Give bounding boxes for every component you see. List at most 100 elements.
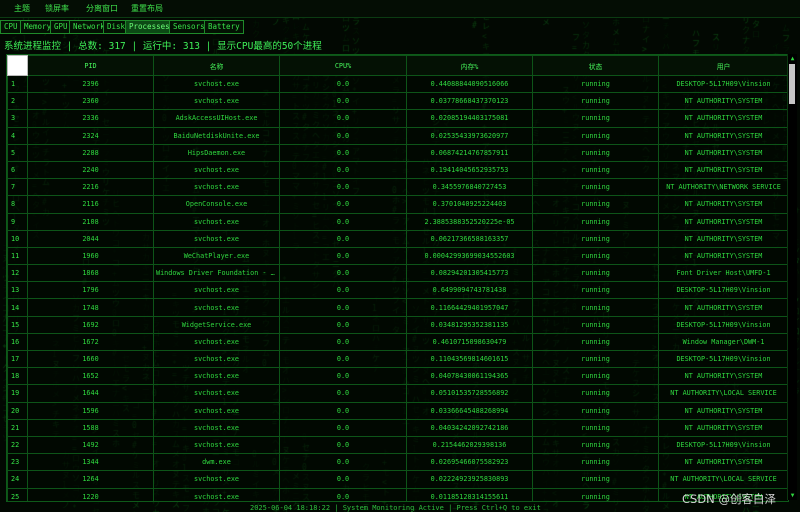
- table-row[interactable]: 2 2360 svchost.exe 0.0 0.03778668437370123 ru…: [7, 92, 788, 111]
- row-number[interactable]: 22: [7, 435, 28, 455]
- row-number[interactable]: 11: [7, 246, 28, 266]
- row-number[interactable]: 4: [7, 126, 28, 145]
- table-row[interactable]: 14 1748 svchost.exe 0.0 0.11664429401957047 r…: [7, 298, 788, 317]
- name-cell: WeChatPlayer.exe: [153, 246, 280, 266]
- select-all-corner[interactable]: [7, 55, 28, 76]
- status-cell: running: [532, 92, 659, 111]
- table-row[interactable]: 23 1344 dwm.exe 0.0 0.02695466075582923 runni…: [7, 453, 788, 472]
- menu-detach-window[interactable]: 分离窗口: [86, 3, 118, 14]
- tab-sensors[interactable]: Sensors: [169, 20, 209, 34]
- row-number[interactable]: 10: [7, 229, 28, 248]
- row-number[interactable]: 5: [7, 143, 28, 162]
- table-row[interactable]: 11 1960 WeChatPlayer.exe 0.0 0.0004299369903…: [7, 246, 788, 266]
- row-number[interactable]: 6: [7, 160, 28, 180]
- cpu-cell: 0.0: [279, 74, 407, 94]
- table-row[interactable]: 6 2240 svchost.exe 0.0 0.19414045652935753 ru…: [7, 160, 788, 180]
- user-cell: NT AUTHORITY\SYSTEM: [658, 453, 788, 472]
- table-row[interactable]: 17 1660 svchost.exe 0.0 0.11043569814601615 r…: [7, 349, 788, 369]
- table-row[interactable]: 25 1220 svchost.exe 0.0 0.01185128314155611 r…: [7, 487, 788, 501]
- table-row[interactable]: 9 2108 svchost.exe 0.0 2.3885388352520225e-0…: [7, 212, 788, 231]
- table-row[interactable]: 19 1644 svchost.exe 0.0 0.05101535728556892 r…: [7, 384, 788, 403]
- scroll-down-icon[interactable]: ▼: [789, 492, 796, 499]
- table-row[interactable]: 121868Windows Driver Foundation - User-m…: [7, 264, 788, 283]
- table-row[interactable]: 16 1672 svchost.exe 0.0 0.4610715098630479 ru…: [7, 332, 788, 352]
- table-row[interactable]: 10 2044 svchost.exe 0.0 0.06217366588163357 r…: [7, 229, 788, 248]
- table-row[interactable]: 3 2336 AdskAccessUIHost.exe 0.0 0.0208519440…: [7, 109, 788, 128]
- pid-cell: 1960: [27, 246, 154, 266]
- table-row[interactable]: 21 1588 svchost.exe 0.0 0.04034242092742186 r…: [7, 418, 788, 437]
- user-cell: DESKTOP-5L17H09\Vinsion: [658, 281, 788, 300]
- table-row[interactable]: 24 1264 svchost.exe 0.0 0.02224923925830893 r…: [7, 470, 788, 489]
- column-header-pid[interactable]: PID: [27, 55, 154, 76]
- tab-processes[interactable]: Processes: [125, 20, 174, 34]
- status-cell: running: [532, 74, 659, 94]
- table-vertical-scrollbar[interactable]: ▲ ▼: [787, 54, 797, 500]
- name-cell: svchost.exe: [153, 229, 280, 248]
- row-number[interactable]: 20: [7, 401, 28, 420]
- name-cell: svchost.exe: [153, 367, 280, 386]
- cpu-cell: 0.0: [279, 195, 407, 214]
- status-cell: running: [532, 109, 659, 128]
- memory-cell: 0.08294201305415773: [406, 264, 533, 283]
- column-header-name[interactable]: 名称: [153, 55, 280, 76]
- tab-battery[interactable]: Battery: [204, 20, 244, 34]
- column-header-cpu[interactable]: CPU%: [279, 55, 407, 76]
- status-cell: running: [532, 349, 659, 369]
- row-number[interactable]: 15: [7, 315, 28, 334]
- row-number[interactable]: 25: [7, 487, 28, 501]
- table-row[interactable]: 1 2396 svchost.exe 0.0 0.44088844090516066 ru…: [7, 74, 788, 94]
- name-cell: svchost.exe: [153, 435, 280, 455]
- row-number[interactable]: 7: [7, 178, 28, 197]
- menu-lock-rate[interactable]: 锁屏率: [45, 3, 69, 14]
- table-row[interactable]: 7 2216 svchost.exe 0.0 0.3455976840727453 run…: [7, 178, 788, 197]
- row-number[interactable]: 8: [7, 195, 28, 214]
- user-cell: NT AUTHORITY\SYSTEM: [658, 418, 788, 437]
- row-number[interactable]: 13: [7, 281, 28, 300]
- table-row[interactable]: 22 1492 svchost.exe 0.0 0.2154462029398136 ru…: [7, 435, 788, 455]
- table-row[interactable]: 20 1596 svchost.exe 0.0 0.03366645488268994 r…: [7, 401, 788, 420]
- row-number[interactable]: 24: [7, 470, 28, 489]
- row-number[interactable]: 21: [7, 418, 28, 437]
- status-cell: running: [532, 332, 659, 352]
- table-row[interactable]: 8 2116 OpenConsole.exe 0.0 0.370104092522440…: [7, 195, 788, 214]
- scrollbar-thumb[interactable]: [789, 64, 795, 104]
- scroll-up-icon[interactable]: ▲: [789, 55, 796, 62]
- column-header-user[interactable]: 用户: [658, 55, 788, 76]
- user-cell: NT AUTHORITY\SYSTEM: [658, 126, 788, 145]
- table-row[interactable]: 15 1692 WidgetService.exe 0.0 0.034812953523…: [7, 315, 788, 334]
- user-cell: NT AUTHORITY\NETWORK SERVICE: [658, 178, 788, 197]
- row-number[interactable]: 12: [7, 264, 28, 283]
- column-header-status[interactable]: 状态: [532, 55, 659, 76]
- row-number[interactable]: 19: [7, 384, 28, 403]
- cpu-cell: 0.0: [279, 453, 407, 472]
- row-number[interactable]: 2: [7, 92, 28, 111]
- name-cell: svchost.exe: [153, 384, 280, 403]
- row-number[interactable]: 1: [7, 74, 28, 94]
- cpu-cell: 0.0: [279, 281, 407, 300]
- table-row[interactable]: 4 2324 BaiduNetdiskUnite.exe 0.0 0.025354339…: [7, 126, 788, 145]
- row-number[interactable]: 18: [7, 367, 28, 386]
- table-row[interactable]: 18 1652 svchost.exe 0.0 0.04078430061194365 r…: [7, 367, 788, 386]
- name-cell: svchost.exe: [153, 298, 280, 317]
- table-row[interactable]: 13 1796 svchost.exe 0.0 0.6499094743781438 ru…: [7, 281, 788, 300]
- table-row[interactable]: 5 2288 HipsDaemon.exe 0.0 0.0687421476785791…: [7, 143, 788, 162]
- memory-cell: 0.19414045652935753: [406, 160, 533, 180]
- row-number[interactable]: 16: [7, 332, 28, 352]
- pid-cell: 1748: [27, 298, 154, 317]
- column-header-memory[interactable]: 内存%: [406, 55, 533, 76]
- menu-theme[interactable]: 主题: [14, 3, 30, 14]
- status-cell: running: [532, 126, 659, 145]
- name-cell: svchost.exe: [153, 401, 280, 420]
- cpu-cell: 0.0: [279, 384, 407, 403]
- row-number[interactable]: 23: [7, 453, 28, 472]
- tab-cpu[interactable]: CPU: [0, 20, 22, 34]
- memory-cell: 0.03778668437370123: [406, 92, 533, 111]
- menu-reset-layout[interactable]: 重置布局: [131, 3, 163, 14]
- row-number[interactable]: 9: [7, 212, 28, 231]
- name-cell: HipsDaemon.exe: [153, 143, 280, 162]
- row-number[interactable]: 3: [7, 109, 28, 128]
- cpu-cell: 0.0: [279, 367, 407, 386]
- memory-cell: 0.2154462029398136: [406, 435, 533, 455]
- row-number[interactable]: 17: [7, 349, 28, 369]
- row-number[interactable]: 14: [7, 298, 28, 317]
